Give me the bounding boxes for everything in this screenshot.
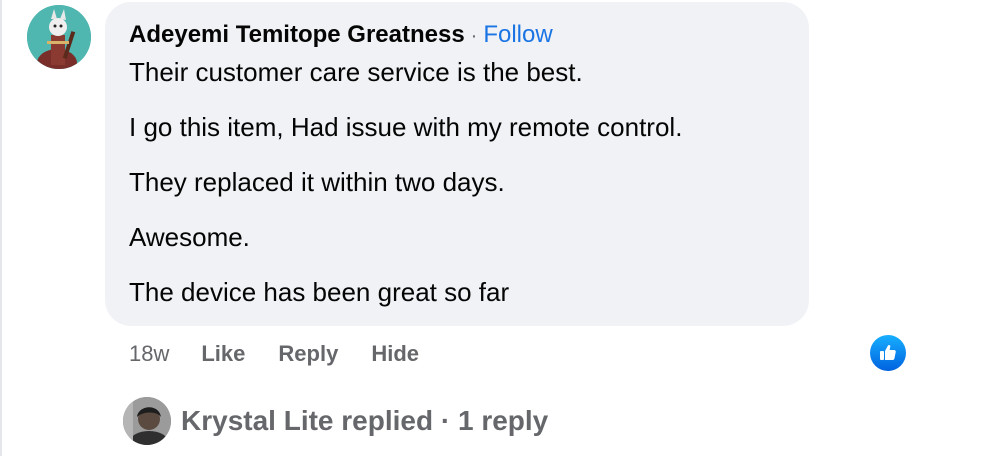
view-replies-link[interactable]: Krystal Lite replied · 1 reply: [123, 396, 548, 446]
comment-line: Their customer care service is the best.: [129, 57, 583, 87]
thumbs-up-glyph-icon: [880, 345, 896, 360]
reply-button[interactable]: Reply: [278, 341, 338, 367]
author-name-link[interactable]: Adeyemi Temitope Greatness: [129, 21, 465, 48]
comment-header: Adeyemi Temitope Greatness · Follow: [129, 20, 785, 51]
comment-line: I go this item, Had issue with my remote…: [129, 112, 683, 142]
comment-line: They replaced it within two days.: [129, 167, 505, 197]
replier-photo-icon: [123, 397, 171, 445]
commenter-avatar[interactable]: [27, 5, 91, 69]
replies-summary: Krystal Lite replied · 1 reply: [181, 405, 549, 436]
like-button[interactable]: Like: [201, 341, 245, 367]
follow-button[interactable]: Follow: [483, 21, 552, 48]
comment-thread: Adeyemi Temitope Greatness · Follow Their …: [0, 0, 986, 456]
comment-line: The device has been great so far: [129, 277, 510, 307]
comment-timestamp[interactable]: 18w: [129, 341, 169, 367]
comment-body: Their customer care service is the best.…: [129, 57, 785, 307]
thumbs-up-icon[interactable]: [870, 335, 906, 371]
comment-actions: 18w Like Reply Hide: [129, 338, 452, 370]
hide-button[interactable]: Hide: [371, 341, 419, 367]
comment-bubble: Adeyemi Temitope Greatness · Follow Their …: [105, 2, 809, 326]
comment-line: Awesome.: [129, 222, 250, 252]
separator-dot: ·: [470, 25, 478, 47]
replier-avatar: [123, 397, 171, 445]
avatar-illustration-icon: [27, 5, 91, 69]
